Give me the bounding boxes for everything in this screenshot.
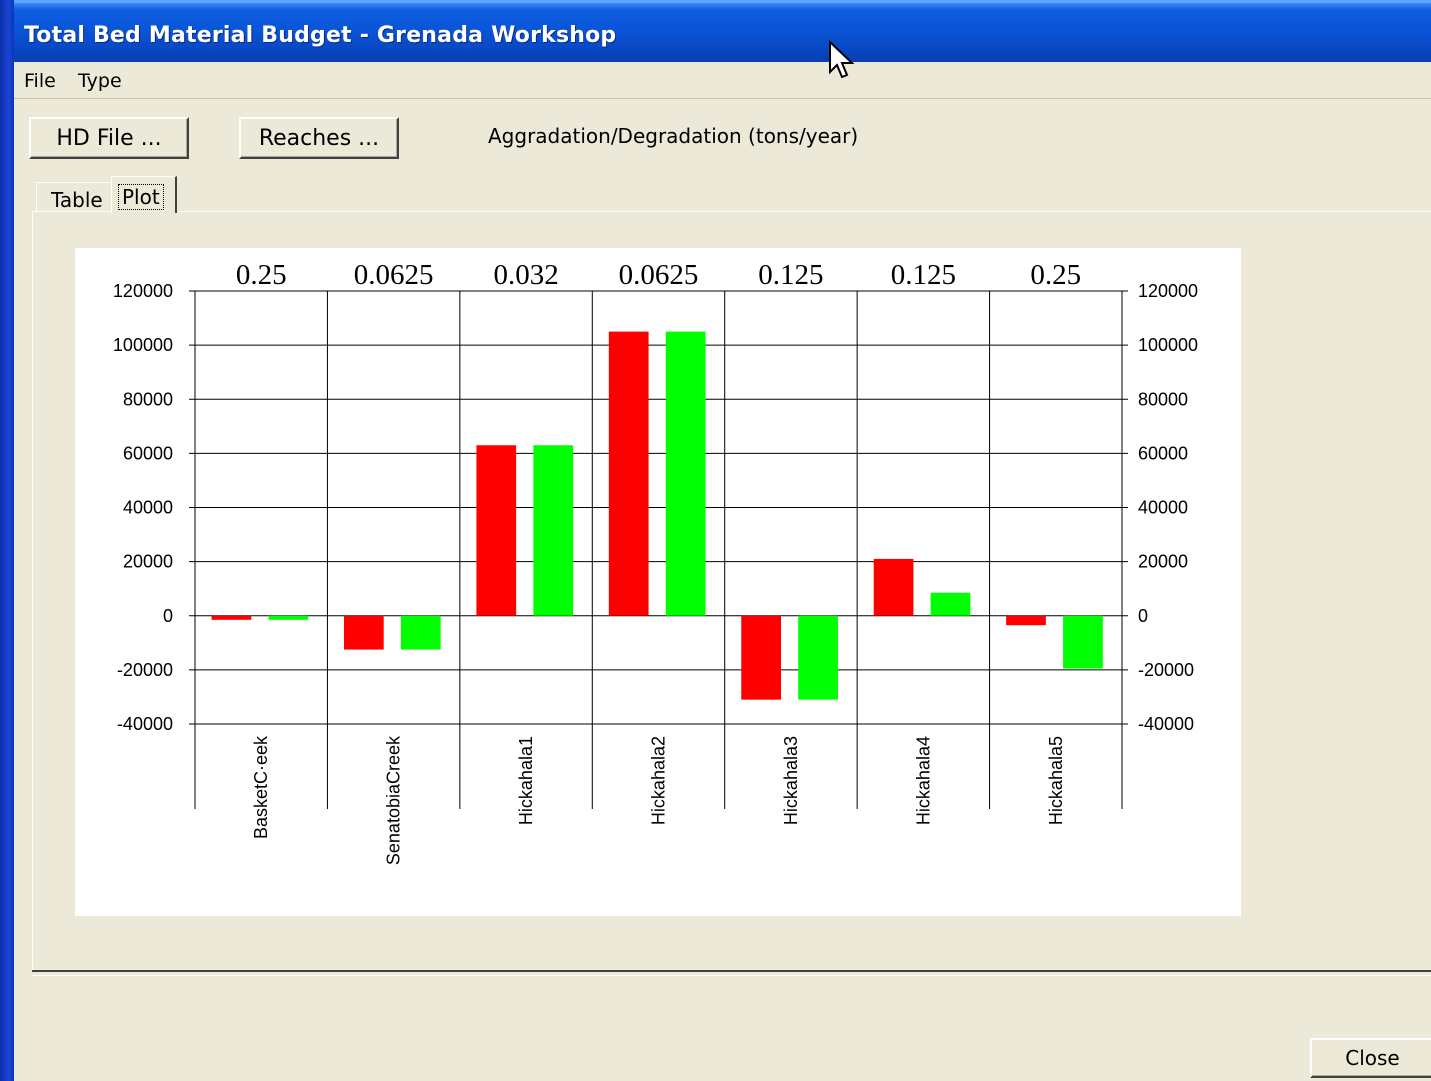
top-value-label: 0.25 [1030, 259, 1081, 291]
y-tick-label-right: 0 [1138, 606, 1148, 626]
bar-coarse [1063, 615, 1103, 669]
category-label: Hickahala1 [516, 736, 536, 825]
bar-coarse [400, 615, 441, 650]
top-value-label: 0.125 [758, 259, 823, 291]
bar-coarse [798, 615, 838, 700]
top-value-label: 0.032 [493, 259, 558, 291]
bar-existing [741, 615, 781, 700]
y-tick-label-right: 120000 [1138, 281, 1198, 301]
category-label: SenatobiaCreek [384, 735, 404, 865]
bar-existing [476, 445, 517, 616]
y-tick-label-right: 80000 [1138, 389, 1188, 409]
y-tick-label-left: 40000 [123, 498, 173, 518]
desktop-edge [0, 0, 14, 1081]
bar-coarse [268, 615, 309, 620]
bar-existing [608, 331, 649, 616]
category-label: BasketC·eek [251, 735, 271, 839]
tab-plot[interactable]: Plot [111, 176, 177, 213]
window-title: Total Bed Material Budget - Grenada Work… [24, 23, 617, 48]
menu-type[interactable]: Type [78, 70, 122, 92]
mouse-cursor-icon [829, 40, 855, 79]
y-tick-label-left: 60000 [123, 443, 173, 463]
bar-coarse [533, 445, 574, 616]
top-value-label: 0.0625 [619, 259, 699, 291]
close-button[interactable]: Close [1310, 1038, 1431, 1078]
menu-file[interactable]: File [24, 70, 56, 92]
bar-coarse [930, 592, 971, 616]
top-value-label: 0.25 [236, 259, 287, 291]
hd-file-button[interactable]: HD File ... [29, 117, 189, 159]
y-tick-label-left: 0 [163, 606, 173, 626]
bar-chart: 120000 120000 100000 100000 80000 80000 60000 6… [113, 259, 1198, 865]
bar-existing [873, 558, 914, 616]
tab-table-label: Table [51, 188, 103, 212]
y-tick-label-right: 60000 [1138, 443, 1188, 463]
category-label: Hickahala5 [1046, 736, 1066, 825]
top-value-label: 0.125 [891, 259, 956, 291]
bar-existing [211, 615, 252, 620]
y-tick-label-right: 100000 [1138, 335, 1198, 355]
title-bar[interactable]: Total Bed Material Budget - Grenada Work… [14, 0, 1431, 62]
plot-title-label: Aggradation/Degradation (tons/year) [488, 124, 859, 148]
category-label: Hickahala4 [913, 736, 933, 825]
y-tick-label-left: -40000 [117, 714, 173, 734]
reaches-button[interactable]: Reaches ... [239, 117, 399, 159]
y-tick-label-right: -20000 [1138, 660, 1194, 680]
y-tick-label-right: 20000 [1138, 552, 1188, 572]
footer-separator [32, 970, 1431, 976]
bar-coarse [665, 331, 706, 616]
y-tick-label-left: 120000 [113, 281, 173, 301]
category-label: Hickahala2 [649, 736, 669, 825]
tab-table[interactable]: Table [36, 182, 114, 212]
category-label: Hickahala3 [781, 736, 801, 825]
y-tick-label-left: 20000 [123, 552, 173, 572]
y-tick-label-left: -20000 [117, 660, 173, 680]
y-tick-label-right: 40000 [1138, 498, 1188, 518]
bar-existing [1006, 615, 1046, 626]
menu-bar: File Type [14, 62, 1431, 99]
y-tick-label-left: 100000 [113, 335, 173, 355]
tab-plot-label: Plot [118, 184, 164, 210]
bar-existing [343, 615, 384, 650]
top-value-label: 0.0625 [354, 259, 434, 291]
y-tick-label-right: -40000 [1138, 714, 1194, 734]
y-tick-label-left: 80000 [123, 389, 173, 409]
